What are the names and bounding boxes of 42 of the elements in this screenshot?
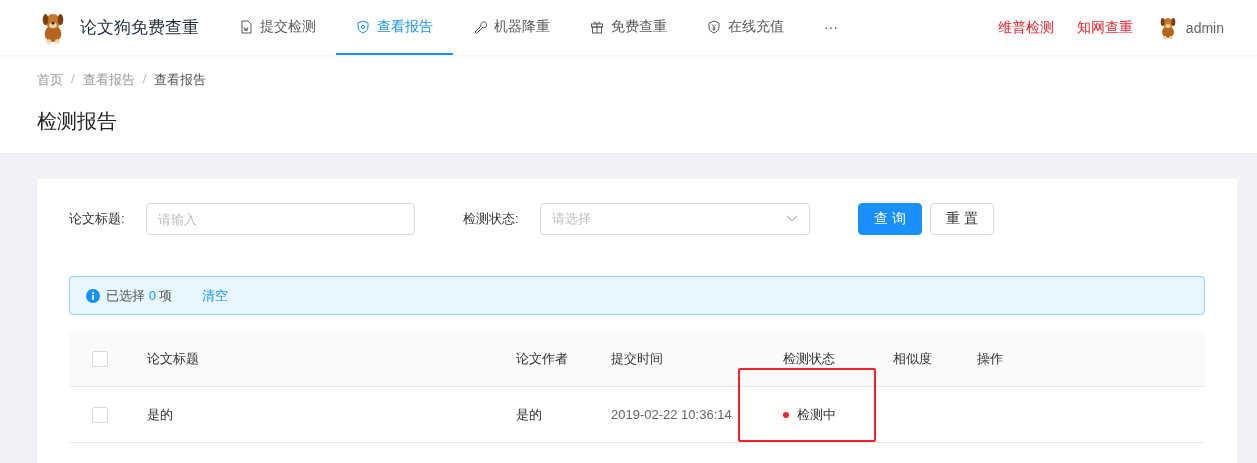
breadcrumb-item[interactable]: 查看报告 (82, 71, 135, 89)
search-button[interactable]: 查 询 (858, 203, 922, 235)
username[interactable]: admin (1185, 19, 1224, 36)
table-cell: 是的 (516, 405, 542, 424)
nav-tab[interactable]: ··· (804, 0, 858, 55)
nav-tab[interactable]: 机器降重 (453, 0, 570, 55)
site-title: 论文狗免费查重 (80, 17, 199, 39)
selection-count-text: 已选择 0 项 (106, 286, 173, 305)
gift-icon (590, 19, 604, 34)
wrench-icon (473, 19, 487, 34)
breadcrumb-separator: / (71, 71, 75, 88)
column-header: 操作 (977, 349, 1003, 368)
table-cell: 是的 (147, 405, 173, 424)
status-text: 检测中 (797, 405, 836, 424)
checkbox[interactable] (92, 406, 108, 423)
filter-label: 检测状态: (463, 210, 520, 228)
breadcrumb-separator: / (142, 71, 147, 88)
status-dot (783, 411, 789, 418)
yen-shield-icon (707, 19, 721, 34)
shield-icon (356, 19, 370, 34)
header-link[interactable]: 维普检测 (997, 18, 1054, 37)
column-header: 提交时间 (611, 349, 663, 368)
document-icon (239, 19, 253, 34)
checkbox[interactable] (92, 350, 108, 367)
breadcrumb-item[interactable]: 首页 (37, 71, 63, 89)
column-header: 论文作者 (516, 349, 568, 368)
column-header: 论文标题 (147, 349, 199, 368)
nav-tab[interactable]: 提交检测 (219, 0, 336, 55)
input-field[interactable]: 请输入 (146, 203, 415, 235)
page-title: 检测报告 (37, 109, 118, 134)
column-header: 检测状态 (783, 349, 835, 368)
chevron-down-icon (786, 215, 798, 223)
column-header: 相似度 (893, 349, 932, 368)
reset-button[interactable]: 重 置 (930, 203, 994, 235)
nav-tab[interactable]: 在线充值 (687, 0, 804, 55)
clear-link[interactable]: 清空 (202, 286, 229, 305)
table-cell: 2019-02-22 10:36:14 (611, 407, 732, 422)
header-link[interactable]: 知网查重 (1076, 18, 1133, 37)
filter-label: 论文标题: (69, 210, 126, 228)
breadcrumb-item[interactable]: 查看报告 (154, 71, 207, 89)
nav-tab[interactable]: 免费查重 (570, 0, 687, 55)
info-icon (86, 288, 100, 303)
